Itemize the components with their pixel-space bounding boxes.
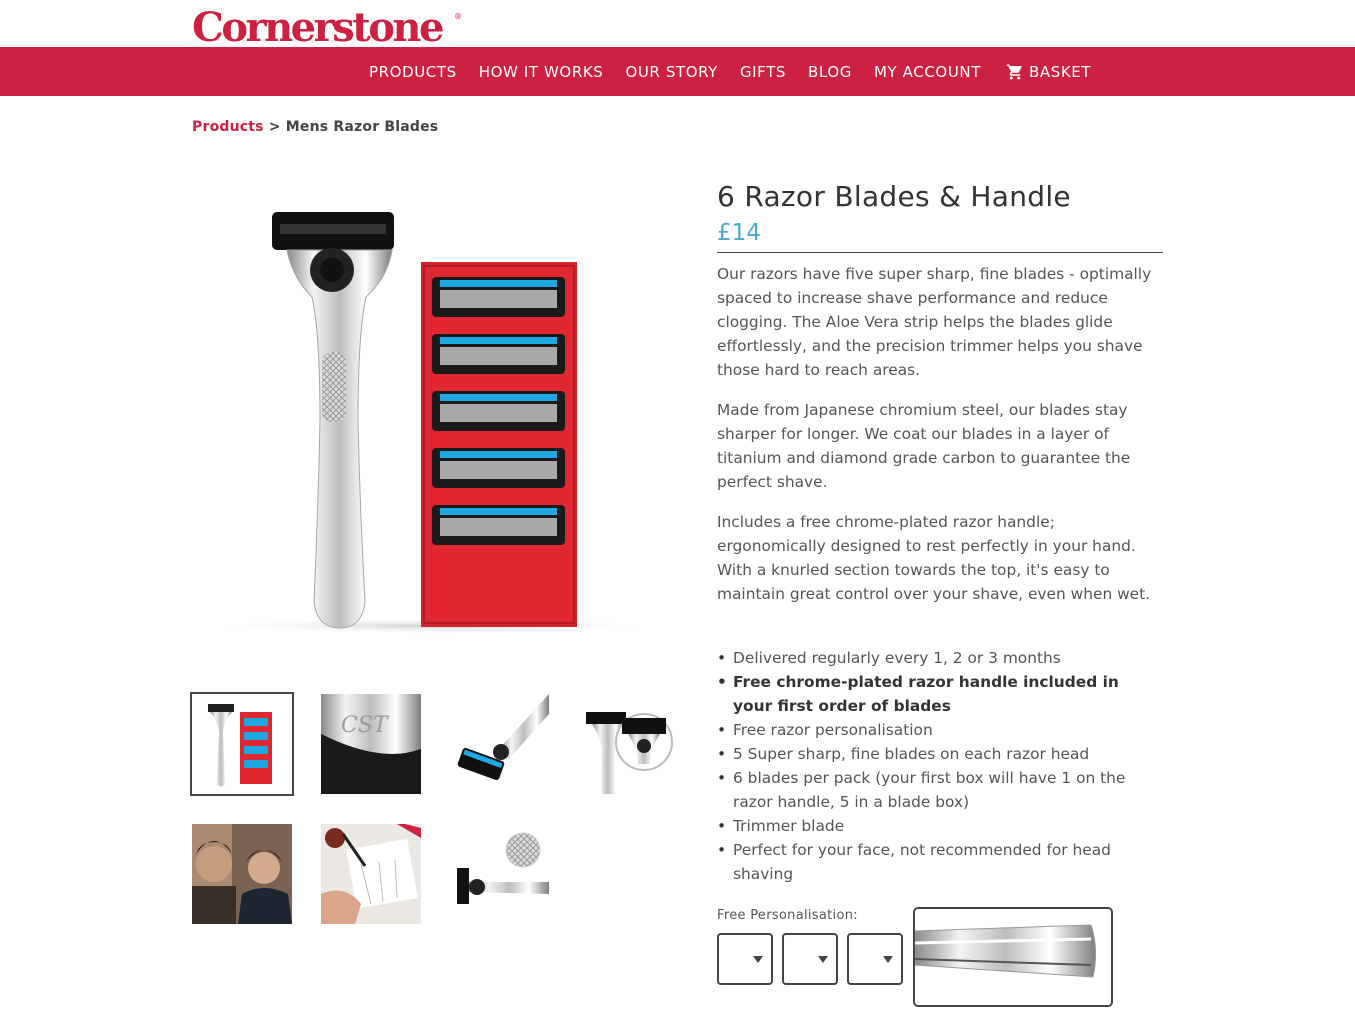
list-item: 5 Super sharp, fine blades on each razor… [717, 742, 1163, 766]
list-item: 6 blades per pack (your first box will h… [717, 766, 1163, 814]
list-item: Free chrome-plated razor handle included… [717, 670, 1163, 718]
thumbnail-5[interactable] [192, 824, 292, 924]
list-item: Trimmer blade [717, 814, 1163, 838]
personalisation-label: Free Personalisation: [717, 908, 858, 923]
thumbnail-2[interactable]: CST [321, 694, 421, 794]
thumbnail-6[interactable] [321, 824, 421, 924]
product-description-3: Includes a free chrome-plated razor hand… [717, 513, 1151, 603]
nav-item-my-account[interactable]: MY ACCOUNT [874, 63, 981, 81]
thumbnail-1[interactable] [190, 692, 294, 796]
feature-list: Delivered regularly every 1, 2 or 3 mont… [717, 646, 1163, 886]
nav-item-basket[interactable]: BASKET [1005, 63, 1091, 81]
list-item: Free razor personalisation [717, 718, 1163, 742]
breadcrumb-link-products[interactable]: Products [192, 119, 264, 135]
product-title: 6 Razor Blades & Handle [717, 180, 1071, 213]
main-product-image[interactable] [192, 182, 677, 642]
registered-mark: ® [454, 12, 462, 21]
product-description-1: Our razors have five super sharp, fine b… [717, 265, 1152, 379]
initial-select-1[interactable] [717, 933, 773, 985]
nav-item-our-story[interactable]: OUR STORY [625, 63, 718, 81]
main-nav: PRODUCTS HOW IT WORKS OUR STORY GIFTS BL… [0, 47, 1355, 96]
list-item: Delivered regularly every 1, 2 or 3 mont… [717, 646, 1163, 670]
engraving-text: CST [341, 713, 390, 738]
initial-select-3[interactable] [847, 933, 903, 985]
product-price: £14 [717, 220, 761, 246]
breadcrumb-current: Mens Razor Blades [285, 119, 439, 135]
breadcrumb: Products > Mens Razor Blades [192, 119, 438, 135]
initial-select-2[interactable] [782, 933, 838, 985]
brand-logo[interactable]: Cornerstone [192, 8, 444, 48]
thumbnail-7[interactable] [449, 824, 549, 924]
nav-item-products[interactable]: PRODUCTS [369, 63, 457, 81]
divider [717, 252, 1163, 253]
nav-item-gifts[interactable]: GIFTS [740, 63, 786, 81]
product-description-2: Made from Japanese chromium steel, our b… [717, 401, 1131, 491]
thumbnail-3[interactable] [449, 694, 549, 794]
nav-item-blog[interactable]: BLOG [808, 63, 852, 81]
nav-item-how-it-works[interactable]: HOW IT WORKS [479, 63, 604, 81]
thumbnail-4[interactable] [578, 694, 678, 794]
cart-icon [1006, 64, 1022, 79]
basket-label: BASKET [1029, 62, 1092, 81]
breadcrumb-separator: > [268, 119, 281, 135]
list-item: Perfect for your face, not recommended f… [717, 838, 1163, 886]
engraving-preview [913, 907, 1113, 1007]
